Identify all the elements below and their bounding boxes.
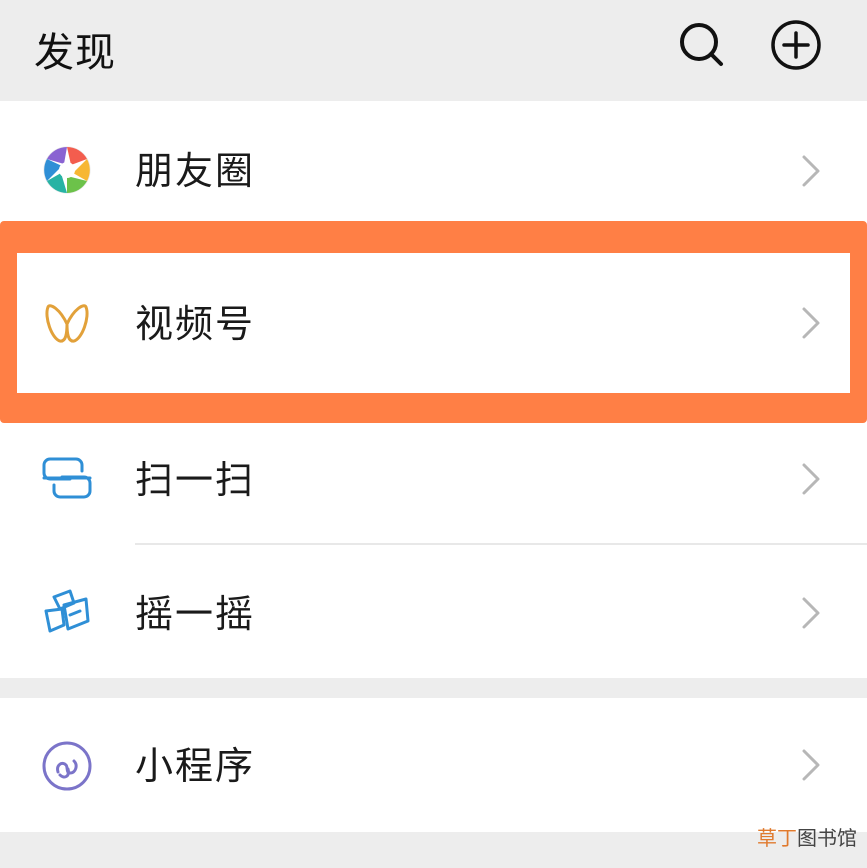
watermark-accent: 草丁	[757, 826, 797, 850]
menu-item-shake[interactable]: 摇一摇	[0, 545, 867, 678]
shake-icon	[44, 589, 90, 633]
chevron-right-icon	[802, 155, 820, 187]
top-bar: 发现	[0, 0, 867, 101]
mini-program-icon	[42, 741, 92, 791]
chevron-right-icon	[802, 463, 820, 495]
search-button[interactable]	[675, 18, 729, 72]
menu-item-channels[interactable]: 视频号	[0, 255, 867, 387]
menu-item-label: 小程序	[135, 744, 256, 788]
channels-butterfly-icon	[45, 304, 89, 343]
moments-aperture-icon	[43, 146, 91, 194]
chevron-right-icon	[802, 307, 820, 339]
menu-item-label: 视频号	[135, 302, 256, 346]
search-icon	[680, 23, 723, 66]
scan-icon	[42, 457, 92, 499]
bottom-background	[0, 832, 867, 868]
chevron-right-icon	[802, 749, 820, 781]
menu-item-label: 摇一摇	[135, 592, 256, 636]
menu-item-mini-programs[interactable]: 小程序	[0, 698, 867, 832]
menu-item-label: 朋友圈	[135, 149, 256, 193]
add-button[interactable]	[769, 18, 823, 72]
discover-menu-group: 朋友圈 视频号 扫一扫 摇一摇	[0, 101, 867, 678]
menu-item-scan[interactable]: 扫一扫	[0, 431, 867, 543]
chevron-right-icon	[802, 597, 820, 629]
mini-program-group: 小程序	[0, 698, 867, 832]
plus-circle-icon	[771, 20, 821, 70]
watermark-text: 图书馆	[797, 826, 857, 850]
menu-item-label: 扫一扫	[135, 458, 256, 502]
watermark: 草丁图书馆	[757, 822, 857, 851]
menu-item-moments[interactable]: 朋友圈	[0, 121, 867, 221]
page-title: 发现	[34, 30, 116, 76]
